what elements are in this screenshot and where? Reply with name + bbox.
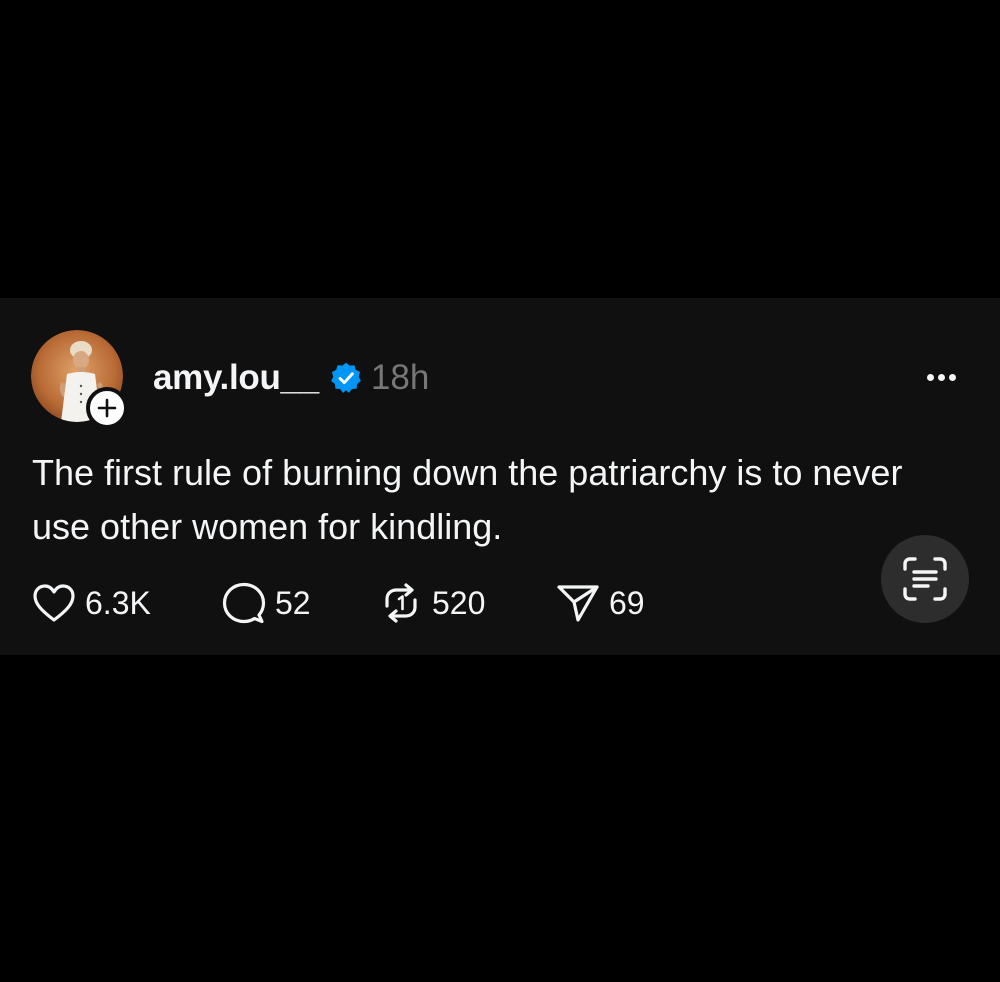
repost-button[interactable]: 520 (379, 582, 556, 624)
post-header: amy.lou__ 18h (153, 356, 429, 400)
post-actions-bar: 6.3K 52 520 69 (32, 581, 645, 625)
repost-arrows-icon (385, 583, 417, 623)
text-scan-icon (903, 557, 947, 601)
more-options-button[interactable] (918, 362, 964, 392)
paper-plane-icon (557, 585, 599, 622)
post-body-text: The first rule of burning down the patri… (32, 452, 903, 547)
share-count: 69 (609, 584, 645, 621)
text-scan-button[interactable] (881, 535, 969, 623)
ellipsis-icon (926, 373, 934, 381)
repost-count: 520 (432, 584, 486, 621)
author-avatar[interactable] (31, 330, 128, 429)
reply-button[interactable]: 52 (222, 582, 379, 624)
speech-bubble-icon (222, 582, 266, 624)
follow-plus-button[interactable] (86, 387, 128, 429)
post-timestamp: 18h (370, 358, 430, 397)
heart-icon (33, 584, 75, 622)
verified-badge-icon (331, 362, 361, 393)
like-button[interactable]: 6.3K (32, 583, 222, 623)
author-username[interactable]: amy.lou__ (153, 358, 319, 398)
like-count: 6.3K (85, 584, 151, 621)
share-button[interactable]: 69 (556, 582, 645, 624)
thread-post: amy.lou__ 18h The first rule of burning … (0, 298, 1000, 655)
plus-icon (97, 398, 117, 418)
reply-count: 52 (275, 584, 311, 621)
